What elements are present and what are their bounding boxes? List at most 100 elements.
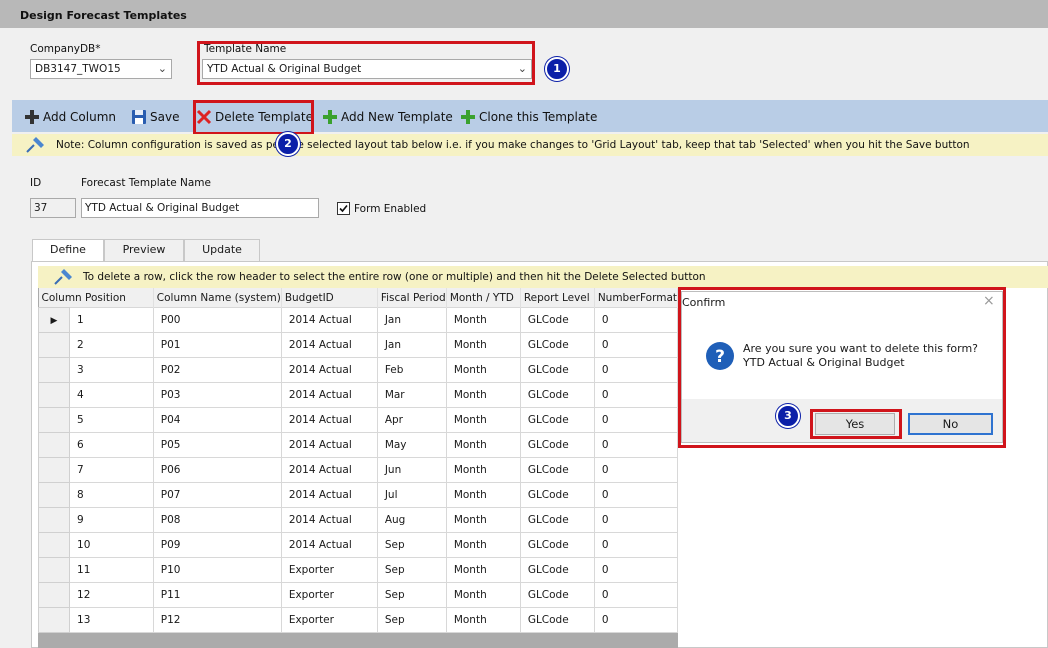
table-cell[interactable]: P05 <box>152 432 282 458</box>
add-new-template-button[interactable]: Add New Template <box>322 108 453 126</box>
row-header[interactable] <box>37 557 71 583</box>
row-header[interactable] <box>37 582 71 608</box>
row-header[interactable] <box>37 607 71 633</box>
column-header[interactable]: NumberFormat <box>594 288 679 308</box>
table-cell[interactable]: 0 <box>593 532 679 558</box>
table-cell[interactable]: P08 <box>152 507 282 533</box>
row-header[interactable] <box>37 382 71 408</box>
table-cell[interactable]: Apr <box>376 407 447 433</box>
table-cell[interactable]: GLCode <box>519 507 595 533</box>
table-cell[interactable]: Jun <box>376 457 447 483</box>
table-cell[interactable]: Jan <box>376 307 447 333</box>
table-cell[interactable]: Month <box>445 407 521 433</box>
table-row[interactable]: 12 P11 Exporter Sep Month GLCode 0 <box>37 582 679 608</box>
add-column-button[interactable]: Add Column <box>24 108 116 126</box>
table-row[interactable]: ▶ 1 P00 2014 Actual Jan Month GLCode 0 <box>37 307 679 333</box>
table-cell[interactable]: 0 <box>593 607 679 633</box>
table-cell[interactable]: Month <box>445 507 521 533</box>
table-cell[interactable]: GLCode <box>519 332 595 358</box>
table-cell[interactable]: Month <box>445 307 521 333</box>
table-row[interactable]: 8 P07 2014 Actual Jul Month GLCode 0 <box>37 482 679 508</box>
column-header[interactable]: BudgetID <box>281 288 378 308</box>
table-cell[interactable]: Sep <box>376 532 447 558</box>
table-cell[interactable]: GLCode <box>519 432 595 458</box>
table-cell[interactable]: 2014 Actual <box>280 382 378 408</box>
table-cell[interactable]: 0 <box>593 357 679 383</box>
table-cell[interactable]: Month <box>445 382 521 408</box>
table-cell[interactable]: 1 <box>69 307 154 333</box>
table-cell[interactable]: Sep <box>376 582 447 608</box>
table-cell[interactable]: Exporter <box>280 607 378 633</box>
table-cell[interactable]: 2014 Actual <box>280 482 378 508</box>
table-cell[interactable]: Month <box>445 357 521 383</box>
table-cell[interactable]: Month <box>445 332 521 358</box>
table-cell[interactable]: GLCode <box>519 532 595 558</box>
table-cell[interactable]: GLCode <box>519 307 595 333</box>
table-cell[interactable]: 2014 Actual <box>280 432 378 458</box>
table-cell[interactable]: 0 <box>593 332 679 358</box>
table-cell[interactable]: 4 <box>69 382 154 408</box>
row-header[interactable]: ▶ <box>37 307 71 333</box>
table-cell[interactable]: Sep <box>376 607 447 633</box>
company-db-dropdown[interactable]: DB3147_TWO15 ⌄ <box>30 59 172 79</box>
table-cell[interactable]: 0 <box>593 507 679 533</box>
table-cell[interactable]: 2014 Actual <box>280 407 378 433</box>
table-cell[interactable]: P10 <box>152 557 282 583</box>
table-cell[interactable]: Exporter <box>280 582 378 608</box>
column-header[interactable]: Column Name (system) <box>153 288 282 308</box>
table-cell[interactable]: Month <box>445 557 521 583</box>
table-row[interactable]: 2 P01 2014 Actual Jan Month GLCode 0 <box>37 332 679 358</box>
table-cell[interactable]: Jan <box>376 332 447 358</box>
table-cell[interactable]: 10 <box>69 532 154 558</box>
column-header[interactable]: Column Position <box>38 288 154 308</box>
table-cell[interactable]: 0 <box>593 382 679 408</box>
table-cell[interactable]: 2014 Actual <box>280 507 378 533</box>
table-cell[interactable]: Month <box>445 482 521 508</box>
table-cell[interactable]: Feb <box>376 357 447 383</box>
table-cell[interactable]: P03 <box>152 382 282 408</box>
table-cell[interactable]: 2014 Actual <box>280 457 378 483</box>
table-cell[interactable]: 0 <box>593 482 679 508</box>
table-cell[interactable]: 7 <box>69 457 154 483</box>
table-cell[interactable]: Jul <box>376 482 447 508</box>
table-cell[interactable]: 8 <box>69 482 154 508</box>
table-cell[interactable]: P09 <box>152 532 282 558</box>
table-cell[interactable]: GLCode <box>519 357 595 383</box>
save-button[interactable]: Save <box>131 108 179 126</box>
table-cell[interactable]: May <box>376 432 447 458</box>
table-cell[interactable]: Mar <box>376 382 447 408</box>
table-cell[interactable]: P00 <box>152 307 282 333</box>
tab-define[interactable]: Define <box>32 239 104 262</box>
row-header[interactable] <box>37 357 71 383</box>
table-cell[interactable]: GLCode <box>519 457 595 483</box>
table-cell[interactable]: 11 <box>69 557 154 583</box>
table-cell[interactable]: P11 <box>152 582 282 608</box>
clone-template-button[interactable]: Clone this Template <box>460 108 597 126</box>
table-cell[interactable]: Month <box>445 432 521 458</box>
tab-preview[interactable]: Preview <box>104 239 184 261</box>
table-cell[interactable]: P12 <box>152 607 282 633</box>
table-cell[interactable]: Month <box>445 607 521 633</box>
table-row[interactable]: 10 P09 2014 Actual Sep Month GLCode 0 <box>37 532 679 558</box>
row-header[interactable] <box>37 432 71 458</box>
table-cell[interactable]: GLCode <box>519 407 595 433</box>
table-cell[interactable]: P02 <box>152 357 282 383</box>
table-cell[interactable]: Month <box>445 457 521 483</box>
table-cell[interactable]: 2014 Actual <box>280 307 378 333</box>
table-cell[interactable]: 9 <box>69 507 154 533</box>
row-header[interactable] <box>37 407 71 433</box>
table-cell[interactable]: GLCode <box>519 482 595 508</box>
table-cell[interactable]: P06 <box>152 457 282 483</box>
table-cell[interactable]: 2014 Actual <box>280 532 378 558</box>
template-name-input[interactable]: YTD Actual & Original Budget <box>81 198 319 218</box>
table-row[interactable]: 6 P05 2014 Actual May Month GLCode 0 <box>37 432 679 458</box>
table-row[interactable]: 3 P02 2014 Actual Feb Month GLCode 0 <box>37 357 679 383</box>
column-header[interactable]: Month / YTD <box>446 288 521 308</box>
column-header[interactable]: Fiscal Period <box>377 288 447 308</box>
table-cell[interactable]: P04 <box>152 407 282 433</box>
table-cell[interactable]: Aug <box>376 507 447 533</box>
row-header[interactable] <box>37 507 71 533</box>
table-row[interactable]: 5 P04 2014 Actual Apr Month GLCode 0 <box>37 407 679 433</box>
table-cell[interactable]: 6 <box>69 432 154 458</box>
row-header[interactable] <box>37 482 71 508</box>
